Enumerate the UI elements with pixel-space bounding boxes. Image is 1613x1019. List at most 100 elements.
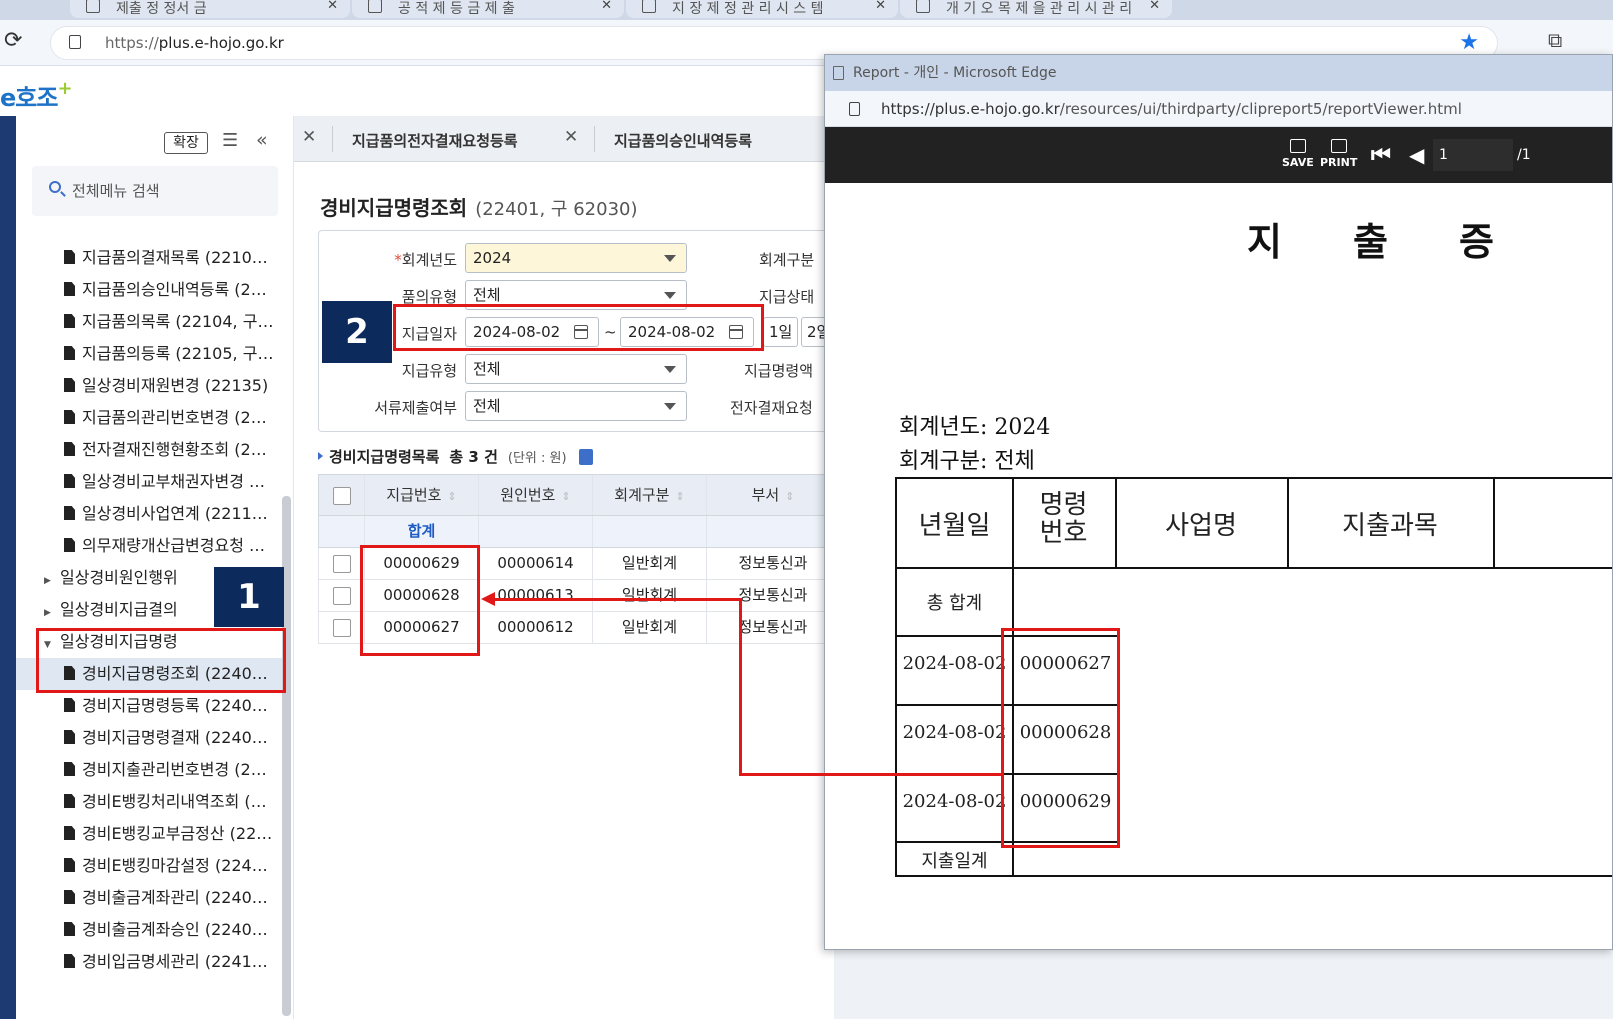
sort-icon: ⇕ <box>447 490 457 503</box>
report-row-date: 2024-08-02 <box>902 722 1007 743</box>
report-toolbar: SAVE PRINT ⏮ ◀ 1 /1 <box>825 127 1612 183</box>
row-checkbox-cell <box>319 580 365 611</box>
column-header[interactable]: 부서 ⇕ <box>707 475 839 515</box>
sidebar-item[interactable]: 의무재량개산급변경요청 … <box>16 530 286 562</box>
report-title-char: 출 <box>1353 219 1388 264</box>
popup-url-host: https://plus.e-hojo.go.kr <box>881 100 1060 118</box>
page-number-input[interactable]: 1 <box>1433 139 1513 171</box>
close-icon[interactable]: ✕ <box>601 0 612 13</box>
fiscal-year-select[interactable]: 2024 <box>465 243 687 273</box>
report-header-date: 년월일 <box>918 511 991 541</box>
table-line <box>897 704 1012 706</box>
sidebar-item[interactable]: 경비E뱅킹처리내역조회 (… <box>16 786 286 818</box>
table-cell: 일반회계 <box>593 580 707 611</box>
sidebar-item[interactable]: 일상경비재원변경 (22135) <box>16 370 286 402</box>
excel-download-icon[interactable] <box>578 449 593 465</box>
pay-order-amount-label: 지급명령액 <box>744 362 814 380</box>
tab-close-icon[interactable]: ✕ <box>564 127 578 147</box>
app-logo[interactable]: e호조+ <box>0 78 73 113</box>
pay-type-label: 지급유형 <box>401 362 457 380</box>
row-checkbox-cell <box>319 612 365 643</box>
sidebar-item-label: 의무재량개산급변경요청 … <box>82 536 266 555</box>
sidebar-item[interactable]: 경비입금명세관리 (2241… <box>16 946 286 978</box>
popup-url-bar[interactable]: https://plus.e-hojo.go.kr/resources/ui/t… <box>825 91 1612 127</box>
browser-tab[interactable]: 공 적 제 등 금 제 출 ✕ <box>352 0 624 18</box>
table-cell: 일반회계 <box>593 612 707 643</box>
pay-type-select[interactable]: 전체 <box>465 354 687 384</box>
sum-cell <box>707 516 839 547</box>
sidebar-item[interactable]: 지급품의관리번호변경 (2… <box>16 402 286 434</box>
favorite-star-icon[interactable]: ★ <box>1459 30 1479 55</box>
sidebar-item[interactable]: 경비출금계좌승인 (2240… <box>16 914 286 946</box>
sum-cell <box>593 516 707 547</box>
sidebar-item[interactable]: 지급품의목록 (22104, 구… <box>16 306 286 338</box>
sidebar-item[interactable]: 일상경비교부채권자변경 … <box>16 466 286 498</box>
sidebar-item[interactable]: 지급품의승인내역등록 (2… <box>16 274 286 306</box>
browser-tabstrip: 제출 정 정서 금 ✕ 공 적 제 등 금 제 출 ✕ 지 장 제 정 관 리 시 … <box>0 0 1613 20</box>
print-button[interactable]: PRINT <box>1320 139 1357 169</box>
quick-1day-button[interactable]: 1일 <box>763 317 799 347</box>
menu-list-icon[interactable]: ☰ <box>222 130 238 151</box>
prev-page-icon[interactable]: ◀ <box>1409 143 1424 167</box>
print-icon <box>1330 139 1347 153</box>
browser-tab-label: 공 적 제 등 금 제 출 <box>398 1 515 17</box>
popup-title: Report - 개인 - Microsoft Edge <box>853 65 1057 81</box>
sidebar-item-label: 일상경비교부채권자변경 … <box>82 472 266 491</box>
report-fiscal-type: 회계구분: 전체 <box>899 449 1035 474</box>
report-header-order-no-line1: 명령 <box>1039 490 1088 520</box>
bullet-icon <box>318 452 323 460</box>
sidebar-item[interactable]: 전자결재진행현황조회 (2… <box>16 434 286 466</box>
sidebar-item[interactable]: 지급품의등록 (22105, 구… <box>16 338 286 370</box>
menu-search-input[interactable]: 전체메뉴 검색 <box>32 166 278 216</box>
browser-tab[interactable]: 지 장 제 정 관 리 시 스 템 ✕ <box>626 0 898 18</box>
close-icon[interactable]: ✕ <box>875 0 886 13</box>
sidebar-item[interactable]: 일상경비사업연계 (2211… <box>16 498 286 530</box>
save-icon <box>1289 139 1306 153</box>
close-icon[interactable]: ✕ <box>327 0 338 13</box>
collapse-sidebar-icon[interactable]: « <box>256 129 268 151</box>
reload-icon[interactable]: ⟳ <box>4 28 22 53</box>
search-placeholder: 전체메뉴 검색 <box>72 182 160 200</box>
doc-submit-select[interactable]: 전체 <box>465 391 687 421</box>
tab-approval-history[interactable]: 지급품의승인내역등록 <box>614 130 752 151</box>
browser-tab[interactable]: 개 기 오 목 제 을 관 리 시 관 리 ✕ <box>900 0 1172 18</box>
report-title-char: 지 <box>1247 219 1282 264</box>
sidebar-item[interactable]: 경비지급명령결재 (2240… <box>16 722 286 754</box>
sidebar-item[interactable]: 경비E뱅킹마감설정 (224… <box>16 850 286 882</box>
sidebar-item[interactable]: 경비지급명령등록 (2240… <box>16 690 286 722</box>
row-checkbox[interactable] <box>332 618 351 637</box>
step-badge-1: 1 <box>214 567 284 627</box>
browser-tab[interactable]: 제출 정 정서 금 ✕ <box>70 0 350 18</box>
first-page-icon[interactable]: ⏮ <box>1371 143 1391 168</box>
tab-e-approval-request[interactable]: 지급품의전자결재요청등록 <box>352 130 518 151</box>
column-header[interactable]: 지급번호 ⇕ <box>365 475 479 515</box>
sidebar-item-label: 경비입금명세관리 (2241… <box>82 952 268 971</box>
sidebar-item[interactable]: 지급품의결재목록 (2210… <box>16 242 286 274</box>
close-icon[interactable]: ✕ <box>1149 0 1160 13</box>
document-icon <box>64 858 75 872</box>
sidebar-item-label: 경비E뱅킹마감설정 (224… <box>82 856 268 875</box>
sidebar-item-label: 일상경비사업연계 (2211… <box>82 504 268 523</box>
collapsed-caret-icon: ▶ <box>44 608 51 618</box>
select-all-checkbox[interactable] <box>332 486 351 505</box>
report-page: 지 출 증 회계년도: 2024 회계구분: 전체 년월일 명령 번호 사업명 지… <box>825 183 1612 949</box>
sidebar-item[interactable]: 경비E뱅킹교부금정산 (22… <box>16 818 286 850</box>
sidebar-item[interactable]: 경비지출관리번호변경 (2… <box>16 754 286 786</box>
table-cell: 정보통신과 <box>738 586 808 604</box>
column-header[interactable]: 원인번호 ⇕ <box>479 475 593 515</box>
save-button[interactable]: SAVE <box>1282 139 1314 169</box>
row-checkbox[interactable] <box>332 586 351 605</box>
row-checkbox[interactable] <box>332 554 351 573</box>
sidebar-item[interactable]: 경비출금계좌관리 (2240… <box>16 882 286 914</box>
document-icon <box>64 794 75 808</box>
report-fiscal-year: 회계년도: 2024 <box>899 415 1051 440</box>
tab-close-icon[interactable]: ✕ <box>302 127 316 147</box>
report-footer-label: 지출일계 <box>921 851 988 872</box>
column-header[interactable]: 회계구분 ⇕ <box>593 475 707 515</box>
extensions-icon[interactable]: ⧉ <box>1548 28 1562 52</box>
lock-icon <box>69 35 81 49</box>
tab-separator <box>594 126 595 152</box>
logo-plus: + <box>57 78 72 99</box>
doc-submit-value: 전체 <box>473 397 501 415</box>
expand-button[interactable]: 확장 <box>164 132 208 154</box>
